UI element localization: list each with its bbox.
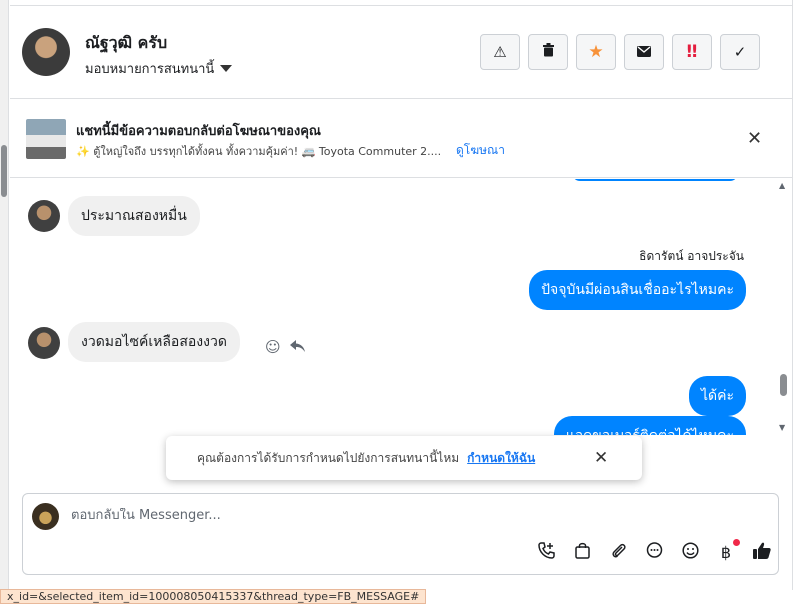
assign-prompt-toast: คุณต้องการได้รับการกำหนดไปยังการสนทนานี้… [166,436,642,480]
outgoing-message[interactable]: แอดขอเบอร์ติดต่อได้ไหมคะ [553,416,746,435]
conversation-header: ณัฐวุฒิ ครับ มอบหมายการสนทนานี้ ⚠ ★ ‼ ✓ [10,5,792,99]
phone-plus-icon [537,541,555,563]
ad-thumbnail[interactable] [26,119,66,159]
saved-replies-button[interactable] [636,541,672,563]
contact-avatar[interactable] [22,28,70,76]
warning-icon: ⚠ [493,43,507,61]
close-icon[interactable]: ✕ [747,128,762,149]
done-button[interactable]: ✓ [720,34,760,70]
notification-dot [733,539,740,546]
chat-bubble-icon [646,541,663,563]
assign-label: มอบหมายการสนทนานี้ [85,62,215,77]
incoming-message[interactable]: งวดมอไซค์เหลือสองงวด [68,322,240,362]
ad-banner-subtitle: ✨ ตู้ใหญ่ใจถึง บรรทุกได้ทั้งคน ทั้งความค… [76,145,442,158]
shopping-bag-icon [574,542,590,563]
shop-button[interactable] [564,541,600,563]
report-button[interactable]: ⚠ [480,34,520,70]
sender-avatar[interactable] [28,327,60,359]
baht-icon: ฿ [720,542,732,562]
left-scrollbar[interactable] [0,0,9,590]
thread-scroll-up-icon[interactable]: ▲ [779,181,785,190]
trash-icon [542,43,555,61]
assign-to-me-link[interactable]: กำหนดให้ฉัน [467,449,535,468]
status-url-bar: x_id=&selected_item_id=100008050415337&t… [0,589,427,604]
react-emoji-icon[interactable]: ☺ [265,338,281,356]
contact-name[interactable]: ณัฐวุฒิ ครับ [85,31,167,56]
star-icon: ★ [588,42,604,62]
delete-button[interactable] [528,34,568,70]
message-thread[interactable]: ประมาณสองหมื่น ธิดารัตน์ อาจประจัน ปัจจุ… [10,179,792,435]
paperclip-icon [611,542,626,563]
thread-scroll-down-icon[interactable]: ▼ [779,423,785,432]
page-avatar [32,503,59,530]
assign-prompt-text: คุณต้องการได้รับการกำหนดไปยังการสนทนานี้… [197,450,460,465]
assign-conversation-dropdown[interactable]: มอบหมายการสนทนานี้ [85,58,233,79]
outgoing-message-partial [572,179,738,181]
header-actions: ⚠ ★ ‼ ✓ [480,34,760,70]
smiley-icon [681,541,699,563]
emoji-button[interactable] [672,541,708,563]
call-button[interactable] [528,541,564,563]
agent-name-label: ธิดารัตน์ อาจประจัน [639,249,744,263]
messenger-inbox-window: ณัฐวุฒิ ครับ มอบหมายการสนทนานี้ ⚠ ★ ‼ ✓ … [0,0,800,604]
sender-avatar[interactable] [28,200,60,232]
mail-icon [637,43,651,61]
reply-composer: ฿ [22,493,779,575]
attach-button[interactable] [600,541,636,563]
reply-arrow-icon[interactable] [290,338,305,356]
ad-banner-title: แชทนี้มีข้อความตอบกลับต่อโฆษณาของคุณ [76,124,321,139]
double-exclamation-icon: ‼ [686,42,698,62]
composer-toolbar: ฿ [528,539,780,563]
mail-button[interactable] [624,34,664,70]
view-ad-link[interactable]: ดูโฆษณา [456,141,505,160]
like-button[interactable] [744,541,780,563]
star-button[interactable]: ★ [576,34,616,70]
ad-reply-banner: แชทนี้มีข้อความตอบกลับต่อโฆษณาของคุณ ✨ ต… [10,100,792,178]
outgoing-message[interactable]: ได้ค่ะ [688,376,746,416]
payment-button[interactable]: ฿ [708,539,744,563]
urgent-button[interactable]: ‼ [672,34,712,70]
caret-down-icon [220,65,233,72]
outgoing-message[interactable]: ปัจจุบันมีผ่อนสินเชื่ออะไรไหมคะ [529,270,746,310]
right-divider [792,0,793,590]
thread-scrollbar-thumb[interactable] [780,374,787,396]
left-scrollbar-thumb[interactable] [1,145,7,197]
incoming-message[interactable]: ประมาณสองหมื่น [68,196,200,236]
thumbs-up-icon [753,542,771,563]
close-icon[interactable]: ✕ [594,448,608,468]
check-icon: ✓ [733,43,747,61]
reply-input[interactable] [71,508,671,523]
